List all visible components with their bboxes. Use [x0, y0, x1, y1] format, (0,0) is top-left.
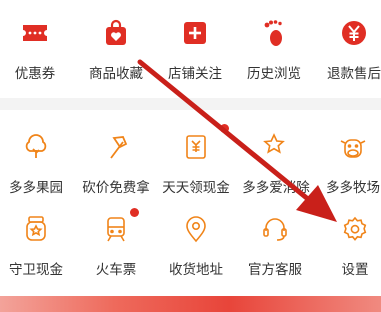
tree-icon [19, 130, 53, 164]
followed-stores-shortcut[interactable]: 店铺关注 [163, 16, 227, 82]
shopping-bag-heart-icon [99, 16, 133, 50]
daily-cash-badge-dot [220, 124, 229, 133]
daily-cash-item[interactable]: 天天领现金 [158, 124, 234, 196]
favorites-shortcut[interactable]: 商品收藏 [84, 16, 148, 82]
settings-label: 设置 [341, 262, 369, 278]
ranch-item[interactable]: 多多牧场 [318, 130, 381, 196]
orchard-label: 多多果园 [9, 180, 63, 196]
customer-service-label: 官方客服 [248, 262, 302, 278]
followed-stores-label: 店铺关注 [168, 66, 222, 82]
train-tickets-label: 火车票 [95, 262, 137, 278]
coupon-shortcut[interactable]: 优惠券 [7, 16, 63, 82]
elimination-game-label: 多多爱消除 [242, 180, 310, 196]
services-grid: 多多果园 砍价免费拿 天天领现金 多多爱消除 多多牧场 守卫现金 火车票 收货地… [0, 110, 381, 290]
shipping-address-label: 收货地址 [169, 262, 223, 278]
refund-shortcut[interactable]: 退款售后 [322, 16, 381, 82]
favorites-label: 商品收藏 [89, 66, 143, 82]
section-divider [0, 98, 381, 110]
cash-envelope-icon [179, 124, 229, 164]
train-badge-dot [130, 208, 139, 217]
guard-cash-item[interactable]: 守卫现金 [6, 212, 66, 278]
guard-cash-label: 守卫现金 [9, 262, 63, 278]
footprint-icon [257, 16, 291, 50]
refund-label: 退款售后 [327, 66, 381, 82]
cow-icon [336, 130, 370, 164]
coupon-label: 优惠券 [14, 66, 56, 82]
settings-item[interactable]: 设置 [330, 212, 380, 278]
bottom-banner-edge [0, 296, 381, 312]
elimination-game-item[interactable]: 多多爱消除 [238, 130, 314, 196]
shipping-address-item[interactable]: 收货地址 [166, 212, 226, 278]
bargain-label: 砍价免费拿 [82, 180, 150, 196]
ranch-label: 多多牧场 [326, 180, 380, 196]
daily-cash-label: 天天领现金 [162, 180, 230, 196]
top-shortcut-row: 优惠券 商品收藏 店铺关注 历史浏览 退款售后 [0, 0, 381, 98]
train-icon [99, 208, 139, 246]
store-plus-icon [178, 16, 212, 50]
bargain-item[interactable]: 砍价免费拿 [78, 130, 154, 196]
coupon-icon [18, 16, 52, 50]
axe-icon [99, 130, 133, 164]
settings-gear-icon [338, 212, 372, 246]
headset-icon [258, 212, 292, 246]
star-tap-icon [259, 130, 293, 164]
history-shortcut[interactable]: 历史浏览 [242, 16, 306, 82]
money-jar-icon [19, 212, 53, 246]
orchard-item[interactable]: 多多果园 [6, 130, 66, 196]
history-label: 历史浏览 [247, 66, 301, 82]
location-pin-icon [179, 212, 213, 246]
customer-service-item[interactable]: 官方客服 [245, 212, 305, 278]
yen-coin-icon [337, 16, 371, 50]
train-tickets-item[interactable]: 火车票 [86, 208, 146, 278]
